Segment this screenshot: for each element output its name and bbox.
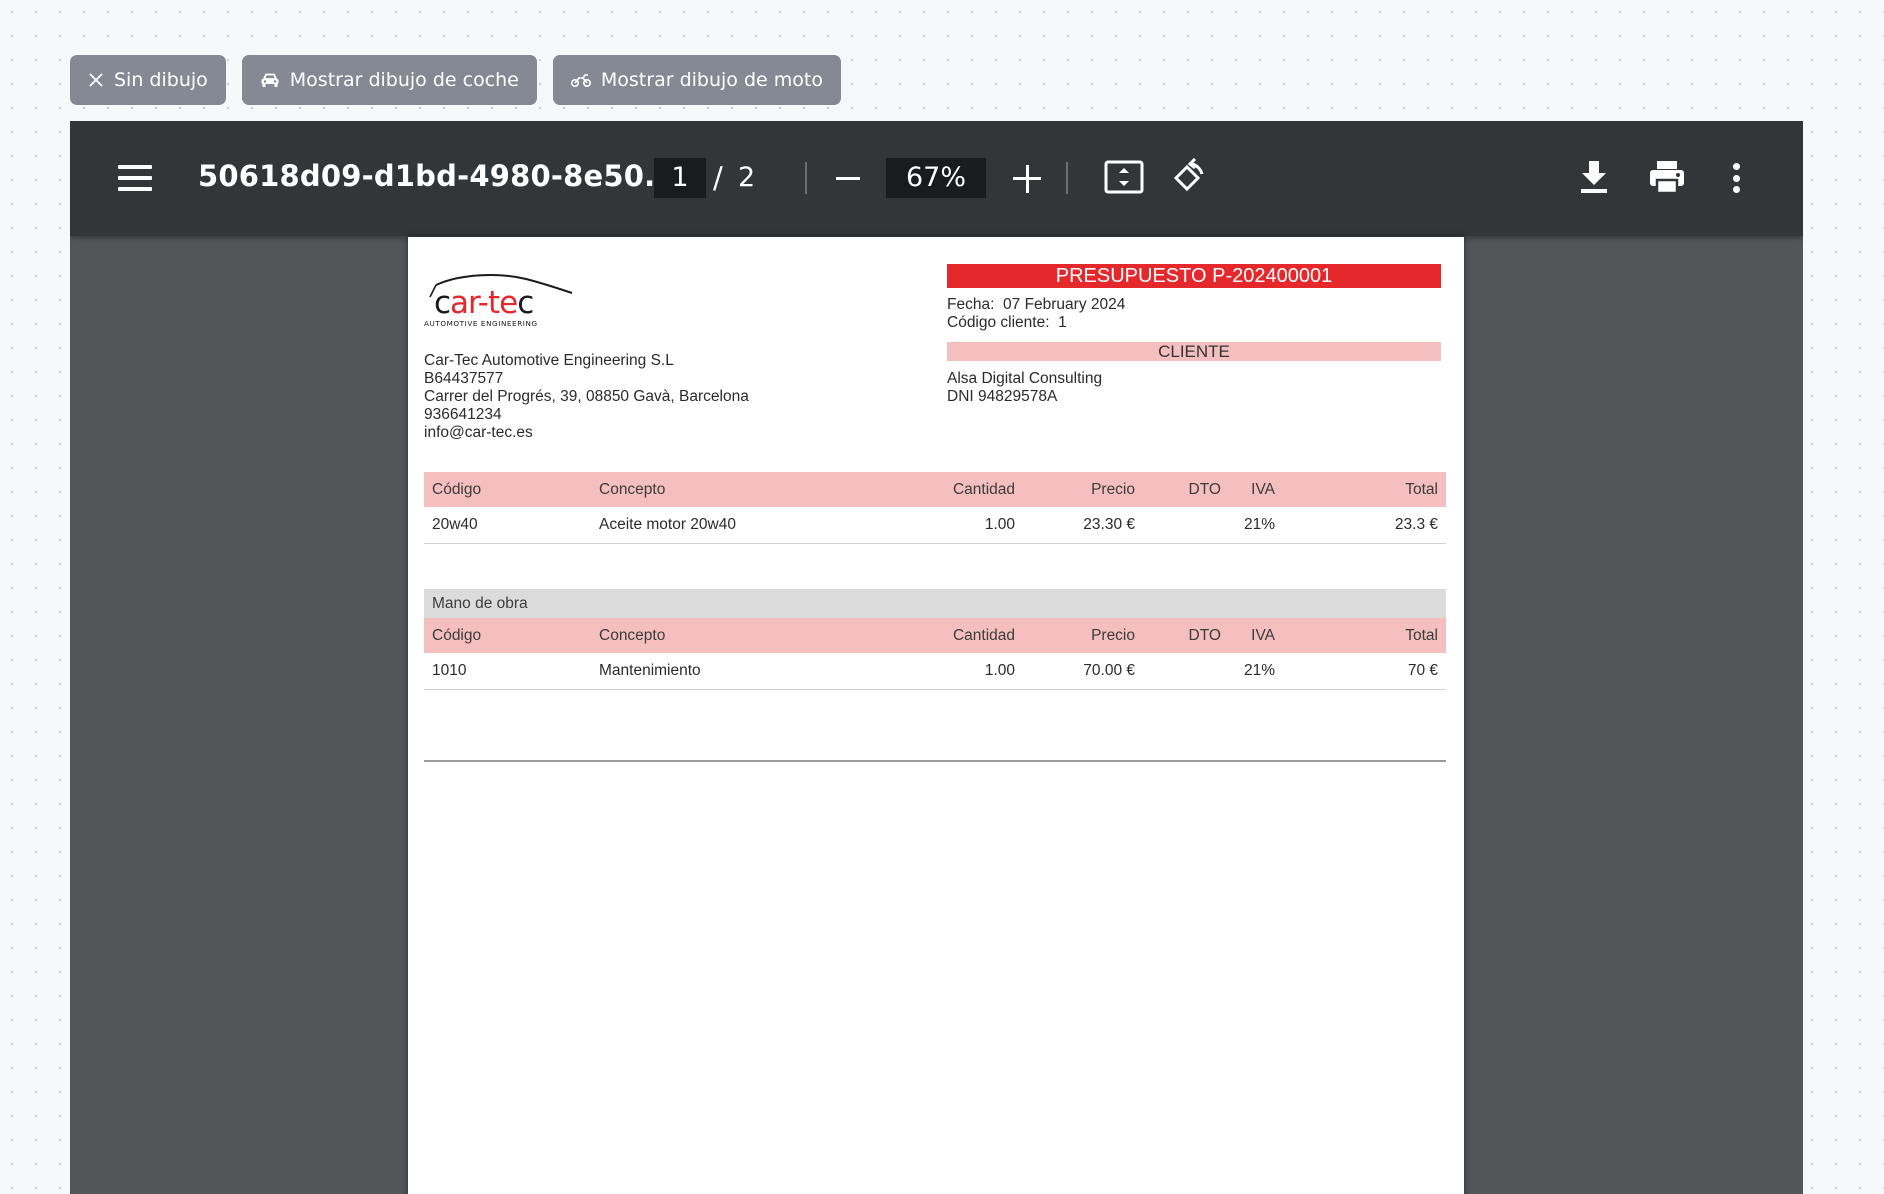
col-total: Total (1283, 472, 1446, 507)
col-dto: DTO (1143, 472, 1229, 507)
svg-text:AUTOMOTIVE ENGINEERING: AUTOMOTIVE ENGINEERING (424, 319, 538, 328)
company-info: Car-Tec Automotive Engineering S.L B6443… (424, 352, 749, 442)
col-iva: IVA (1229, 472, 1283, 507)
table-row: 20w40 Aceite motor 20w40 1.00 23.30 € 21… (424, 507, 1446, 544)
col-concepto: Concepto (591, 472, 861, 507)
company-email: info@car-tec.es (424, 424, 533, 441)
date-value: 07 February 2024 (1003, 296, 1126, 313)
col-cantidad: Cantidad (861, 472, 1023, 507)
client-code-value: 1 (1058, 314, 1067, 331)
labor-table: Mano de obra Código Concepto Cantidad Pr… (424, 589, 1446, 690)
fit-page-button[interactable] (1104, 160, 1144, 201)
labor-section-header: Mano de obra (424, 589, 1446, 618)
col-cantidad: Cantidad (861, 618, 1023, 653)
col-iva: IVA (1229, 618, 1283, 653)
download-button[interactable] (1578, 159, 1610, 200)
col-codigo: Código (424, 472, 591, 507)
date-label: Fecha: (947, 296, 995, 313)
col-codigo: Código (424, 618, 591, 653)
client-info: Alsa Digital Consulting DNI 94829578A (947, 370, 1441, 406)
document-title: 50618d09-d1bd-4980-8e50... (198, 159, 678, 193)
client-name: Alsa Digital Consulting (947, 370, 1103, 387)
zoom-out-button[interactable] (833, 166, 863, 192)
table-header: Código Concepto Cantidad Precio DTO IVA … (424, 472, 1446, 507)
show-motorcycle-label: Mostrar dibujo de moto (600, 69, 823, 91)
zoom-in-button[interactable] (1013, 165, 1041, 193)
show-car-label: Mostrar dibujo de coche (289, 69, 519, 91)
budget-title: PRESUPUESTO P-202400001 (947, 264, 1441, 288)
col-dto: DTO (1143, 618, 1229, 653)
cell-cantidad: 1.00 (861, 507, 1023, 544)
cell-iva: 21% (1229, 653, 1283, 690)
toolbar-divider (1066, 162, 1068, 194)
cell-concepto: Aceite motor 20w40 (591, 507, 861, 544)
table-row: 1010 Mantenimiento 1.00 70.00 € 21% 70 € (424, 653, 1446, 690)
company-logo: car-tec AUTOMOTIVE ENGINEERING (422, 271, 586, 334)
company-phone: 936641234 (424, 406, 502, 423)
col-concepto: Concepto (591, 618, 861, 653)
cell-iva: 21% (1229, 507, 1283, 544)
cell-total: 70 € (1283, 653, 1446, 690)
company-name: Car-Tec Automotive Engineering S.L (424, 352, 674, 369)
download-icon (1581, 161, 1607, 193)
no-drawing-button[interactable]: Sin dibujo (70, 55, 226, 105)
motorcycle-icon (570, 74, 591, 87)
col-precio: Precio (1023, 618, 1143, 653)
car-icon (261, 73, 279, 87)
show-car-drawing-button[interactable]: Mostrar dibujo de coche (241, 55, 537, 105)
menu-icon[interactable] (118, 163, 152, 193)
client-dni: DNI 94829578A (947, 388, 1058, 405)
col-total: Total (1283, 618, 1446, 653)
parts-table: Código Concepto Cantidad Precio DTO IVA … (424, 472, 1446, 544)
totals-divider (424, 760, 1446, 762)
no-drawing-label: Sin dibujo (114, 69, 208, 91)
close-icon (89, 73, 103, 87)
budget-meta: Fecha: 07 February 2024 Código cliente: … (947, 296, 1441, 332)
cell-precio: 23.30 € (1023, 507, 1143, 544)
zoom-level-input[interactable]: 67% (886, 158, 986, 198)
cell-codigo: 1010 (424, 653, 591, 690)
labor-section-title: Mano de obra (424, 589, 1446, 618)
print-button[interactable] (1648, 159, 1686, 200)
show-motorcycle-drawing-button[interactable]: Mostrar dibujo de moto (552, 55, 841, 105)
cell-cantidad: 1.00 (861, 653, 1023, 690)
page-number-input[interactable]: 1 (654, 158, 706, 198)
printer-icon (1650, 161, 1684, 195)
cell-concepto: Mantenimiento (591, 653, 861, 690)
cell-dto (1143, 507, 1229, 544)
rotate-icon (1173, 157, 1204, 192)
cell-precio: 70.00 € (1023, 653, 1143, 690)
total-pages: 2 (738, 162, 756, 193)
more-options-icon[interactable] (1732, 163, 1740, 193)
fit-to-page-icon (1104, 160, 1144, 194)
budget-header: PRESUPUESTO P-202400001 Fecha: 07 Februa… (947, 264, 1441, 406)
pdf-toolbar: 50618d09-d1bd-4980-8e50... 1 / 2 67% (70, 121, 1803, 236)
rotate-button[interactable] (1168, 157, 1208, 203)
drawing-mode-buttons: Sin dibujo Mostrar dibujo de coche Mostr… (70, 55, 841, 105)
cell-total: 23.3 € (1283, 507, 1446, 544)
pdf-page: car-tec AUTOMOTIVE ENGINEERING Car-Tec A… (408, 237, 1464, 1194)
svg-text:car-tec: car-tec (434, 285, 533, 321)
cell-codigo: 20w40 (424, 507, 591, 544)
page-separator: / (713, 161, 723, 195)
minus-icon (836, 177, 860, 180)
company-cif: B64437577 (424, 370, 504, 387)
client-header: CLIENTE (947, 342, 1441, 361)
toolbar-divider (805, 162, 807, 194)
table-header: Código Concepto Cantidad Precio DTO IVA … (424, 618, 1446, 653)
client-code-label: Código cliente: (947, 314, 1050, 331)
pdf-viewer: 50618d09-d1bd-4980-8e50... 1 / 2 67% car… (70, 121, 1803, 1194)
col-precio: Precio (1023, 472, 1143, 507)
cell-dto (1143, 653, 1229, 690)
company-address: Carrer del Progrés, 39, 08850 Gavà, Barc… (424, 388, 749, 405)
